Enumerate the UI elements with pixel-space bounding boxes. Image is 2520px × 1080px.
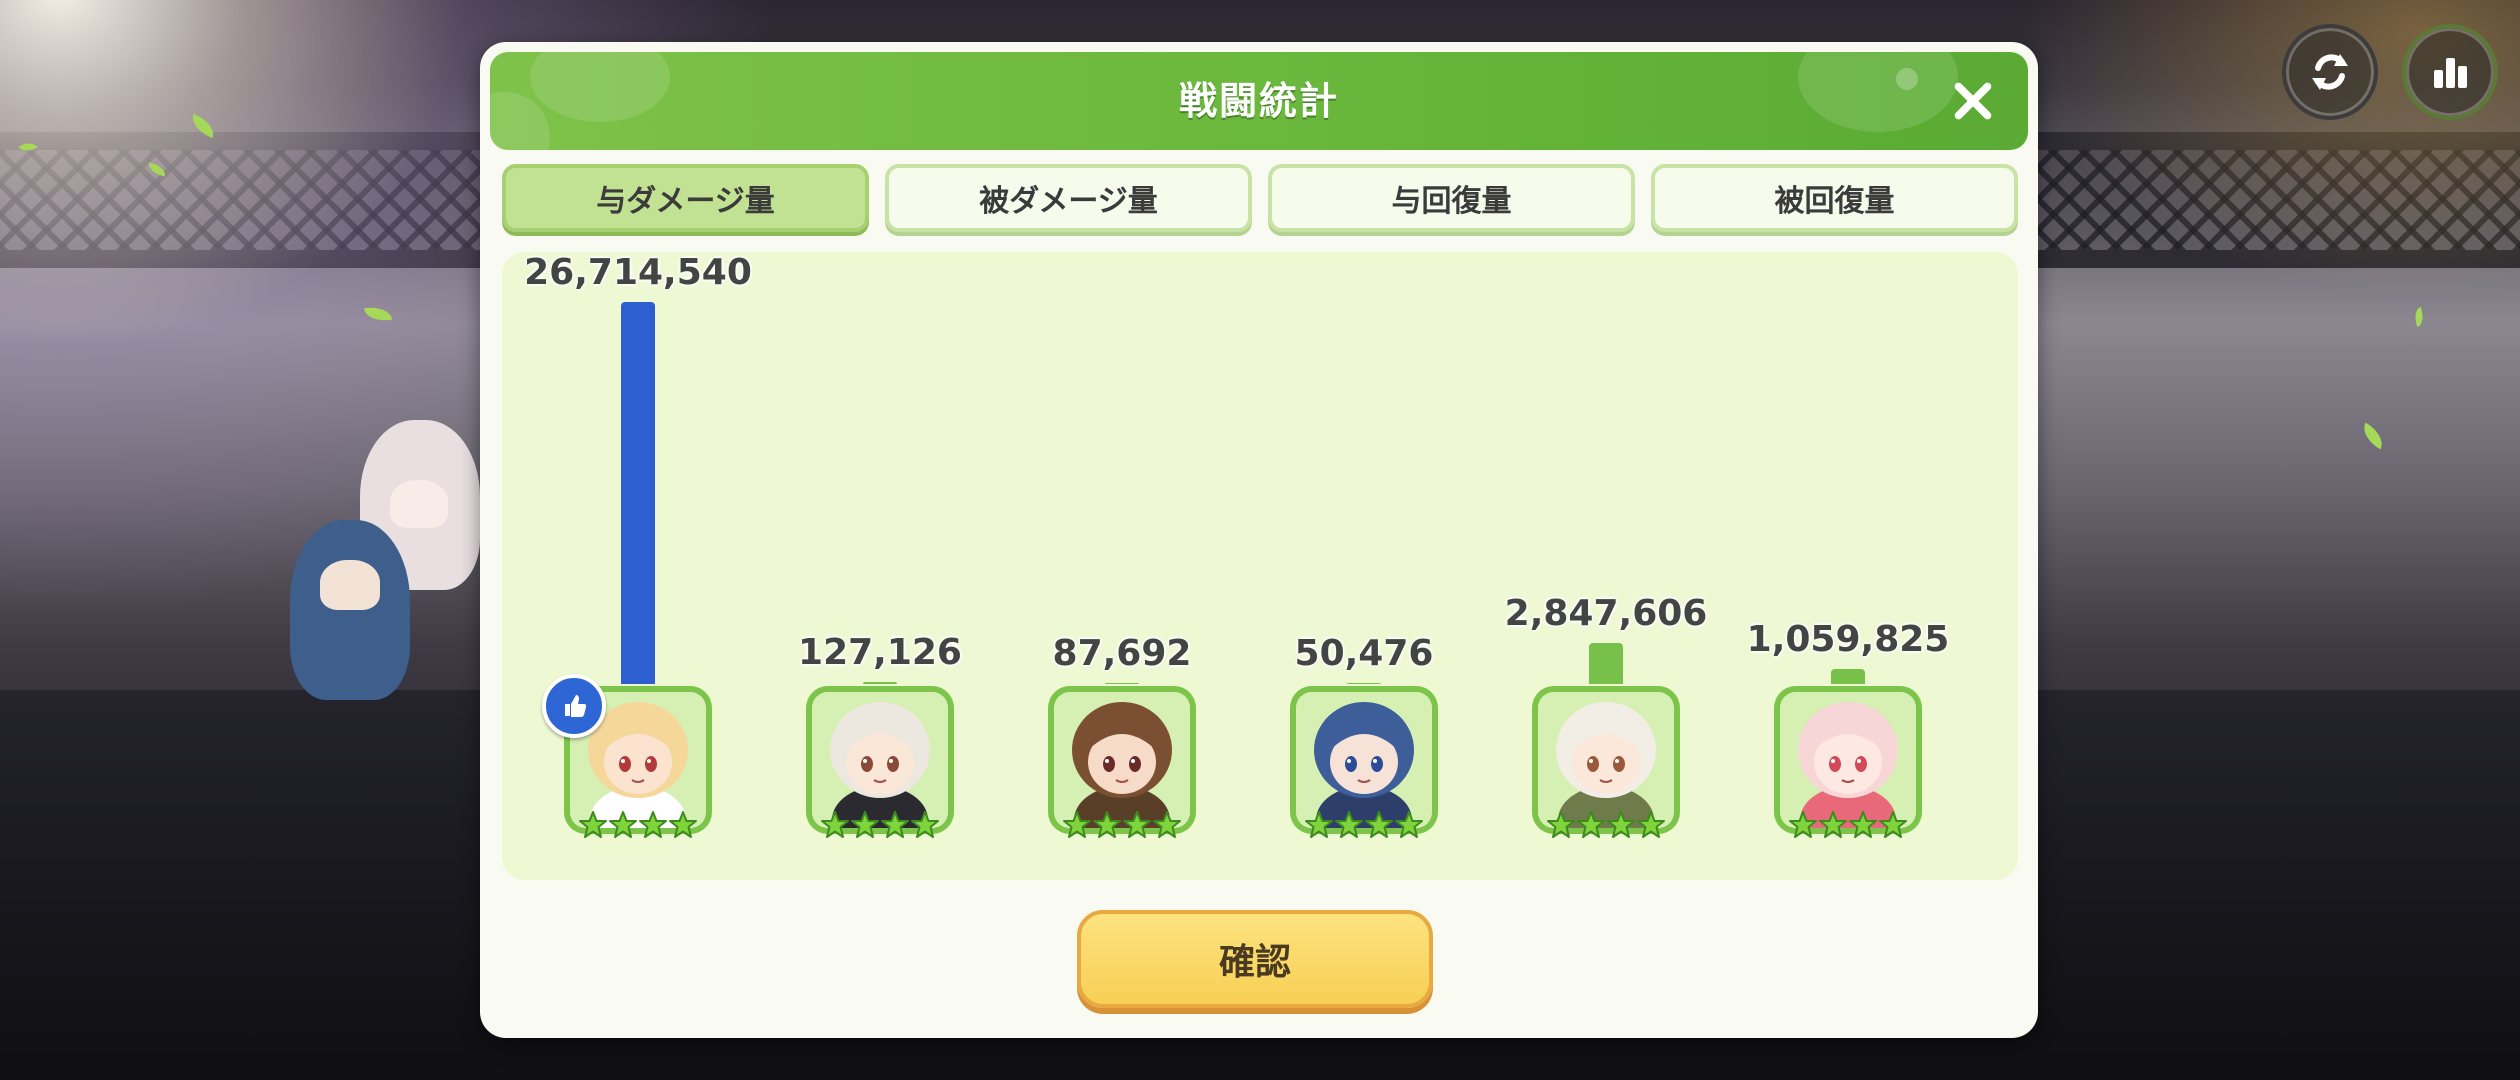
leaf-particle bbox=[2411, 306, 2427, 328]
star-icon bbox=[1848, 810, 1878, 844]
star-icon bbox=[1334, 810, 1364, 844]
damage-chart: 26,714,540 127,126 87,692 50,476 2,847,606 1,… bbox=[502, 252, 2018, 880]
character-portrait[interactable] bbox=[806, 686, 954, 838]
star-icon bbox=[1394, 810, 1424, 844]
star-icon bbox=[1304, 810, 1334, 844]
star-icon bbox=[1546, 810, 1576, 844]
close-button[interactable] bbox=[1946, 74, 2000, 128]
dialog-header: 戦闘統計 bbox=[490, 52, 2028, 150]
damage-value-label: 50,476 bbox=[1294, 633, 1434, 675]
leaf-particle bbox=[2357, 422, 2389, 450]
damage-value-label: 26,714,540 bbox=[524, 252, 752, 293]
star-icon bbox=[910, 810, 940, 844]
star-icon bbox=[1818, 810, 1848, 844]
star-icon bbox=[1576, 810, 1606, 844]
battle-stats-button[interactable] bbox=[2402, 24, 2498, 120]
damage-bar bbox=[1347, 683, 1381, 684]
damage-value-label: 127,126 bbox=[798, 632, 962, 674]
star-icon bbox=[1788, 810, 1818, 844]
refresh-icon bbox=[2312, 54, 2348, 90]
tab-damage-taken[interactable]: 被ダメージ量 bbox=[885, 164, 1252, 232]
star-rating bbox=[806, 810, 954, 844]
star-icon bbox=[1878, 810, 1908, 844]
star-icon bbox=[1062, 810, 1092, 844]
star-rating bbox=[1290, 810, 1438, 844]
star-icon bbox=[638, 810, 668, 844]
character-portrait[interactable] bbox=[1532, 686, 1680, 838]
tab-damage-dealt[interactable]: 与ダメージ量 bbox=[502, 164, 869, 232]
star-icon bbox=[880, 810, 910, 844]
star-icon bbox=[1122, 810, 1152, 844]
dialog-title: 戦闘統計 bbox=[1178, 79, 1339, 123]
star-icon bbox=[1636, 810, 1666, 844]
confirm-button[interactable]: 確認 bbox=[1077, 910, 1433, 1008]
star-icon bbox=[1364, 810, 1394, 844]
star-icon bbox=[820, 810, 850, 844]
refresh-button[interactable] bbox=[2282, 24, 2378, 120]
tab-healing-received[interactable]: 被回復量 bbox=[1651, 164, 2018, 232]
game-screen: 戦闘統計 与ダメージ量 被ダメージ量 与回復量 被回復量 26,714,540 1… bbox=[0, 0, 2520, 1080]
damage-value-label: 2,847,606 bbox=[1504, 593, 1708, 635]
star-rating bbox=[1532, 810, 1680, 844]
character-portrait[interactable] bbox=[1290, 686, 1438, 838]
damage-bar bbox=[1831, 668, 1865, 684]
damage-bar bbox=[1105, 682, 1139, 684]
stats-tabs: 与ダメージ量 被ダメージ量 与回復量 被回復量 bbox=[502, 164, 2018, 236]
star-icon bbox=[1606, 810, 1636, 844]
damage-bar bbox=[863, 682, 897, 684]
bar-chart-icon bbox=[2434, 58, 2467, 88]
battle-stats-dialog: 戦闘統計 与ダメージ量 被ダメージ量 与回復量 被回復量 26,714,540 1… bbox=[480, 42, 2038, 1038]
damage-value-label: 87,692 bbox=[1052, 632, 1192, 674]
star-icon bbox=[578, 810, 608, 844]
star-icon bbox=[1152, 810, 1182, 844]
character-portrait[interactable] bbox=[1774, 686, 1922, 838]
star-icon bbox=[668, 810, 698, 844]
tab-healing-done[interactable]: 与回復量 bbox=[1268, 164, 1635, 232]
star-icon bbox=[850, 810, 880, 844]
star-rating bbox=[564, 810, 712, 844]
star-icon bbox=[1092, 810, 1122, 844]
damage-bar bbox=[621, 302, 655, 684]
star-rating bbox=[1048, 810, 1196, 844]
close-icon bbox=[1954, 82, 1992, 120]
background-characters bbox=[280, 420, 510, 710]
character-portrait[interactable] bbox=[1048, 686, 1196, 838]
damage-bar bbox=[1589, 643, 1623, 684]
damage-value-label: 1,059,825 bbox=[1746, 618, 1950, 660]
mvp-thumbs-up-icon bbox=[542, 674, 606, 738]
star-icon bbox=[608, 810, 638, 844]
star-rating bbox=[1774, 810, 1922, 844]
